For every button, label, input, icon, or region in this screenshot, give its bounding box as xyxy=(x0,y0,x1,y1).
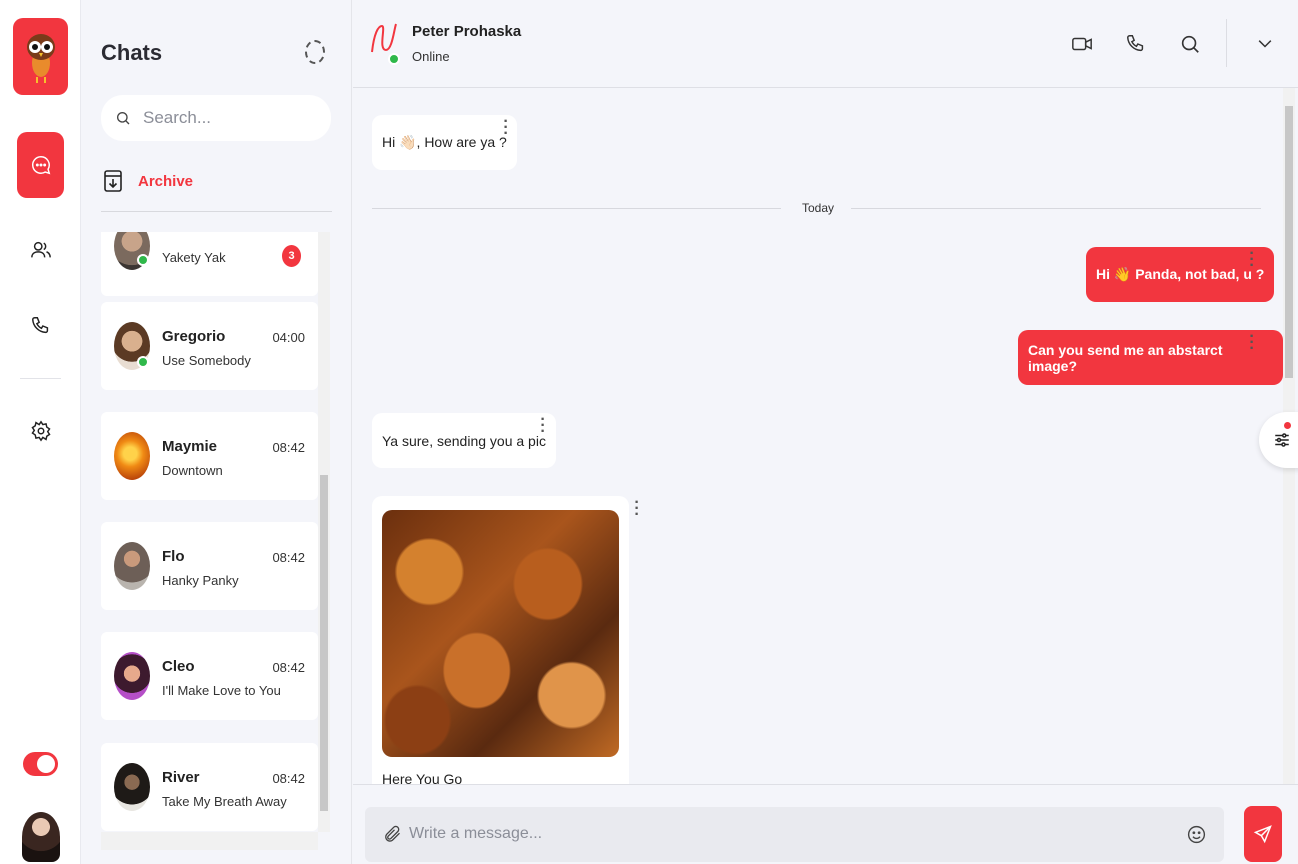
last-message: I'll Make Love to You xyxy=(162,683,281,698)
search-icon xyxy=(1181,35,1199,53)
users-icon xyxy=(30,241,51,257)
message-area: Hi 👋🏻, How are ya ? · · · Today Hi 👋 Panda… xyxy=(353,88,1283,784)
incoming-message: Ya sure, sending you a pic xyxy=(372,413,556,468)
message-time: 04:00 xyxy=(272,330,305,345)
voice-call-icon xyxy=(1127,35,1144,52)
chat-list: Yakety Yak 3 Gregorio Use Somebody 04:00… xyxy=(101,232,318,832)
search-box[interactable]: Search... xyxy=(101,95,331,141)
unread-badge: 3 xyxy=(282,245,301,267)
loading-icon[interactable] xyxy=(305,40,325,64)
contact-name: Gregorio xyxy=(162,328,226,345)
chat-list-item[interactable]: Flo Hanky Panky 08:42 xyxy=(101,522,318,610)
contact-name: Peter Prohaska xyxy=(412,23,522,40)
contact-name: River xyxy=(162,769,200,786)
sliders-icon xyxy=(1275,433,1289,447)
send-icon xyxy=(1253,825,1272,844)
rail-divider xyxy=(20,378,61,379)
contacts-nav-button[interactable] xyxy=(17,226,64,273)
incoming-message: Hi 👋🏻, How are ya ? xyxy=(372,115,517,170)
last-message: Yakety Yak xyxy=(162,250,226,265)
contact-name: Flo xyxy=(162,548,185,565)
divider xyxy=(101,211,332,212)
online-indicator xyxy=(137,254,149,266)
chat-icon xyxy=(31,156,50,175)
last-message: Use Somebody xyxy=(162,353,251,368)
online-indicator xyxy=(137,356,149,368)
message-menu-icon[interactable]: · · · xyxy=(538,412,548,440)
chats-title: Chats xyxy=(101,40,163,65)
search-icon xyxy=(117,112,130,125)
conversation-header: Peter Prohaska Online xyxy=(353,0,1298,88)
message-menu-icon[interactable]: · · · xyxy=(501,114,511,142)
contact-name: Maymie xyxy=(162,438,218,455)
day-divider-line xyxy=(851,208,1261,209)
message-time: 08:42 xyxy=(272,440,305,455)
image-caption: Here You Go xyxy=(382,771,463,784)
message-menu-icon[interactable]: · · · xyxy=(632,495,642,523)
contact-name: Cleo xyxy=(162,658,195,675)
search-input[interactable]: Search... xyxy=(143,108,211,128)
online-indicator xyxy=(388,53,400,65)
image-message: Here You Go xyxy=(372,496,629,784)
emoji-icon[interactable] xyxy=(1186,824,1207,845)
message-menu-icon[interactable]: · · · xyxy=(1247,329,1257,357)
message-composer: Write a message... xyxy=(353,784,1298,864)
message-time: 08:42 xyxy=(272,660,305,675)
last-message: Downtown xyxy=(162,463,223,478)
chats-panel: Chats Search... Archive Yakety Yak 3 Gre… xyxy=(82,0,352,864)
last-message: Hanky Panky xyxy=(162,573,239,588)
chat-list-item[interactable]: Maymie Downtown 08:42 xyxy=(101,412,318,500)
scrollbar-thumb[interactable] xyxy=(320,475,328,811)
user-avatar[interactable] xyxy=(22,812,60,862)
chat-list-scrollbar[interactable] xyxy=(318,232,330,832)
more-options-button[interactable] xyxy=(1251,30,1279,58)
chat-list-item[interactable]: Gregorio Use Somebody 04:00 xyxy=(101,302,318,390)
abstract-leaves-image[interactable] xyxy=(382,510,619,757)
phone-icon xyxy=(31,316,48,333)
archive-icon xyxy=(104,170,122,192)
message-menu-icon[interactable]: · · · xyxy=(1247,246,1257,274)
last-message: Take My Breath Away xyxy=(162,794,287,809)
theme-toggle[interactable] xyxy=(23,752,58,776)
notification-dot xyxy=(1284,422,1291,429)
owl-logo-icon[interactable] xyxy=(13,18,68,95)
send-button[interactable] xyxy=(1244,806,1282,862)
contact-avatar xyxy=(114,542,150,590)
settings-nav-button[interactable] xyxy=(17,407,64,454)
header-separator xyxy=(1226,19,1227,67)
settings-icon xyxy=(30,420,51,441)
message-time: 08:42 xyxy=(272,771,305,786)
attachment-icon[interactable] xyxy=(382,824,402,844)
day-separator: Today xyxy=(802,201,835,215)
chat-list-hscrollbar[interactable] xyxy=(101,832,318,850)
scrollbar-thumb[interactable] xyxy=(1285,106,1293,378)
archive-link[interactable]: Archive xyxy=(104,169,193,193)
contact-avatar xyxy=(114,652,150,700)
video-call-button[interactable] xyxy=(1068,30,1096,58)
archive-label: Archive xyxy=(138,172,194,190)
chat-nav-button[interactable] xyxy=(17,132,64,198)
chat-list-item[interactable]: Cleo I'll Make Love to You 08:42 xyxy=(101,632,318,720)
nav-rail xyxy=(0,0,81,864)
voice-call-button[interactable] xyxy=(1122,30,1150,58)
search-conversation-button[interactable] xyxy=(1176,30,1204,58)
day-divider-line xyxy=(372,208,781,209)
chat-list-item[interactable]: River Take My Breath Away 08:42 xyxy=(101,743,318,831)
contact-avatar xyxy=(114,432,150,480)
message-input[interactable]: Write a message... xyxy=(365,807,1224,862)
chat-list-item[interactable]: Yakety Yak 3 xyxy=(101,232,318,296)
chevron-down-icon xyxy=(1258,40,1272,48)
message-time: 08:42 xyxy=(272,550,305,565)
contact-avatar xyxy=(114,763,150,811)
calls-nav-button[interactable] xyxy=(17,302,64,349)
message-placeholder: Write a message... xyxy=(409,825,543,842)
video-call-icon xyxy=(1072,37,1092,51)
contact-status: Online xyxy=(412,49,450,64)
outgoing-message: Can you send me an abstarct image? xyxy=(1018,330,1283,385)
